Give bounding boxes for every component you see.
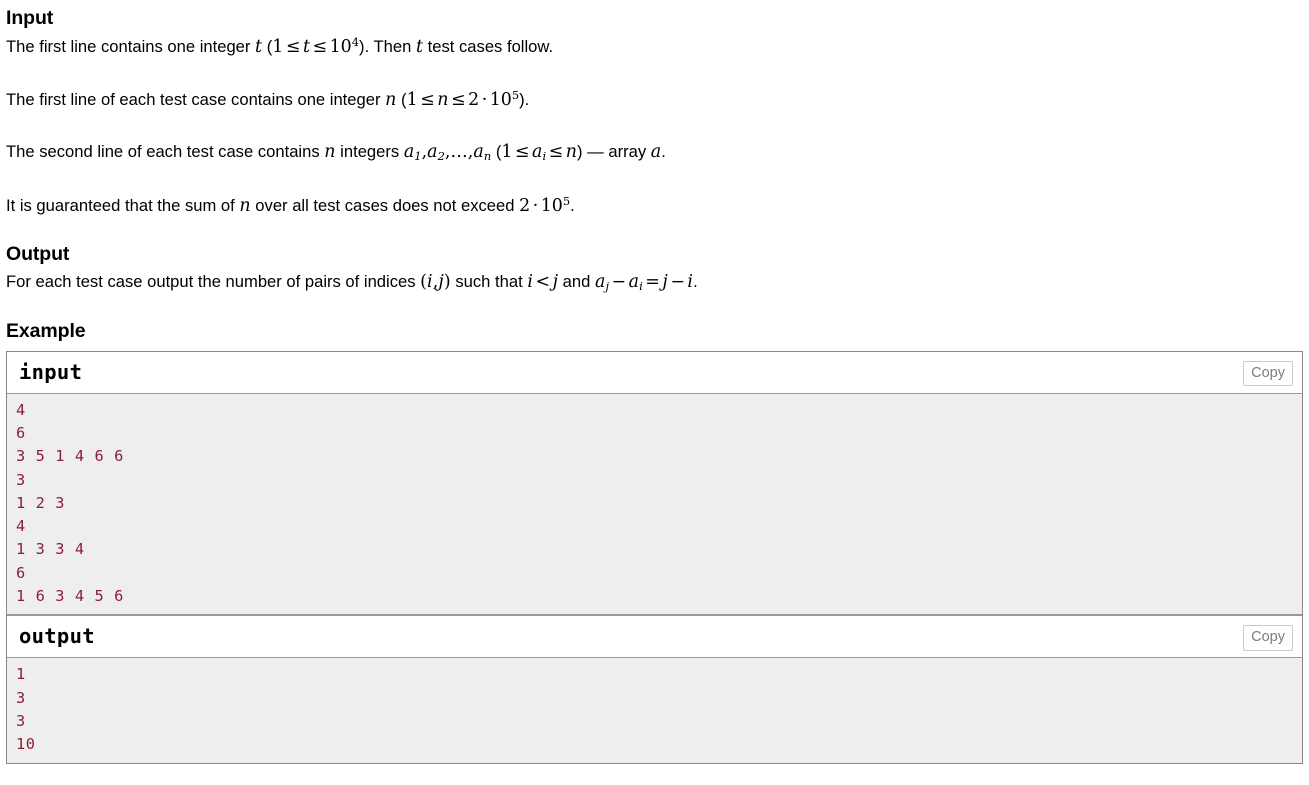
math-le: ≤ xyxy=(514,142,530,163)
sample-test-input: input Copy 4 6 3 5 1 4 6 6 3 1 2 3 4 1 3… xyxy=(7,351,1302,616)
math-le: ≤ xyxy=(451,90,466,111)
sample-input-content: 4 6 3 5 1 4 6 6 3 1 2 3 4 1 3 3 4 6 1 6 … xyxy=(7,393,1302,616)
math-var-j: j xyxy=(662,271,668,292)
text-fragment: such that xyxy=(450,271,528,291)
input-paragraph-1: The first line contains one integer t (1… xyxy=(6,35,1303,59)
output-paragraph-1: For each test case output the number of … xyxy=(6,271,1303,294)
math-cdot: · xyxy=(481,90,488,111)
math-two: 2 xyxy=(519,195,531,216)
math-base: a xyxy=(594,271,606,292)
sample-input-title: input xyxy=(19,359,83,384)
math-power-ten: 105 xyxy=(489,88,519,111)
sample-output-title: output xyxy=(19,624,95,649)
math-var-t: t xyxy=(302,37,311,58)
math-minus: − xyxy=(670,271,685,292)
input-paragraph-4: It is guaranteed that the sum of n over … xyxy=(6,194,1303,218)
math-a-sub-i: ai xyxy=(628,271,643,293)
math-base: a xyxy=(427,142,438,163)
problem-statement-page: Input The first line contains one intege… xyxy=(0,6,1309,764)
text-fragment: . xyxy=(693,271,698,291)
text-fragment: and xyxy=(558,271,595,291)
text-fragment: integers xyxy=(335,142,404,162)
math-cdot: · xyxy=(532,195,539,216)
math-le: ≤ xyxy=(420,90,435,111)
math-base: a xyxy=(473,142,484,163)
text-fragment: ( xyxy=(396,90,407,110)
math-base: a xyxy=(628,271,640,292)
input-paragraph-2: The first line of each test case contain… xyxy=(6,88,1303,112)
text-fragment: ) — array xyxy=(577,142,651,162)
sample-output-content: 1 3 3 10 xyxy=(7,658,1302,763)
math-var-n: n xyxy=(385,90,397,111)
text-fragment: It is guaranteed that the sum of xyxy=(6,195,240,215)
sample-test-output: output Copy 1 3 3 10 xyxy=(7,615,1302,763)
math-eq: = xyxy=(645,271,660,292)
math-two: 2 xyxy=(468,90,480,111)
math-le: ≤ xyxy=(285,37,301,58)
text-fragment: test cases follow. xyxy=(423,37,554,57)
math-a-sub-n: an xyxy=(473,142,491,163)
math-power-ten: 105 xyxy=(540,194,570,216)
math-rparen: ) xyxy=(443,271,451,292)
math-a-sub-j: aj xyxy=(594,271,609,293)
text-fragment: ( xyxy=(262,37,273,57)
math-pair-ij: (i,j) xyxy=(420,272,451,292)
text-fragment: . xyxy=(570,195,575,215)
text-fragment: ). xyxy=(519,90,530,110)
math-var-n: n xyxy=(324,142,336,163)
sample-tests-container: input Copy 4 6 3 5 1 4 6 6 3 1 2 3 4 1 3… xyxy=(6,350,1303,764)
section-heading-example: Example xyxy=(6,320,86,343)
math-base: 10 xyxy=(489,90,512,111)
math-a-sub-1: a1 xyxy=(403,142,422,164)
text-fragment: For each test case output the number of … xyxy=(6,271,421,291)
text-fragment: ( xyxy=(491,142,502,162)
math-base: a xyxy=(532,142,543,163)
copy-output-button[interactable]: Copy xyxy=(1243,625,1293,651)
input-paragraph-3: The second line of each test case contai… xyxy=(6,141,1303,164)
math-subscript: 1 xyxy=(414,149,422,164)
math-a-sub-2: a2 xyxy=(427,142,445,164)
sample-input-header: input Copy xyxy=(7,351,1302,394)
text-fragment: The first line of each test case contain… xyxy=(6,90,386,110)
text-fragment: over all test cases does not exceed xyxy=(250,195,520,215)
math-le: ≤ xyxy=(312,37,328,58)
text-fragment: The second line of each test case contai… xyxy=(6,142,325,162)
math-minus: − xyxy=(611,271,627,292)
copy-input-button[interactable]: Copy xyxy=(1243,360,1293,387)
section-heading-output: Output xyxy=(6,242,70,265)
math-one: 1 xyxy=(406,90,418,111)
math-lt: < xyxy=(535,271,551,292)
math-var-t: t xyxy=(415,37,424,58)
math-one: 1 xyxy=(272,37,284,58)
math-var-a: a xyxy=(650,142,662,163)
sample-output-header: output Copy xyxy=(7,615,1302,659)
math-base: 10 xyxy=(329,37,352,58)
math-a-sub-i: ai xyxy=(532,142,546,163)
text-fragment: The first line contains one integer xyxy=(6,37,256,57)
section-heading-input: Input xyxy=(6,7,54,29)
math-subscript: 2 xyxy=(437,149,445,164)
math-one: 1 xyxy=(501,142,513,163)
text-fragment: ). Then xyxy=(359,37,416,57)
math-exponent: 4 xyxy=(351,35,360,50)
math-base: 10 xyxy=(540,195,563,216)
math-var-n: n xyxy=(565,142,578,163)
math-var-n: n xyxy=(437,90,449,111)
math-var-n: n xyxy=(239,195,251,216)
math-lparen: ( xyxy=(420,271,428,292)
text-fragment: . xyxy=(661,142,666,162)
math-power-ten: 104 xyxy=(329,35,360,58)
math-le: ≤ xyxy=(548,142,564,163)
math-ellipsis: ,…, xyxy=(444,142,474,163)
math-base: a xyxy=(403,142,415,163)
